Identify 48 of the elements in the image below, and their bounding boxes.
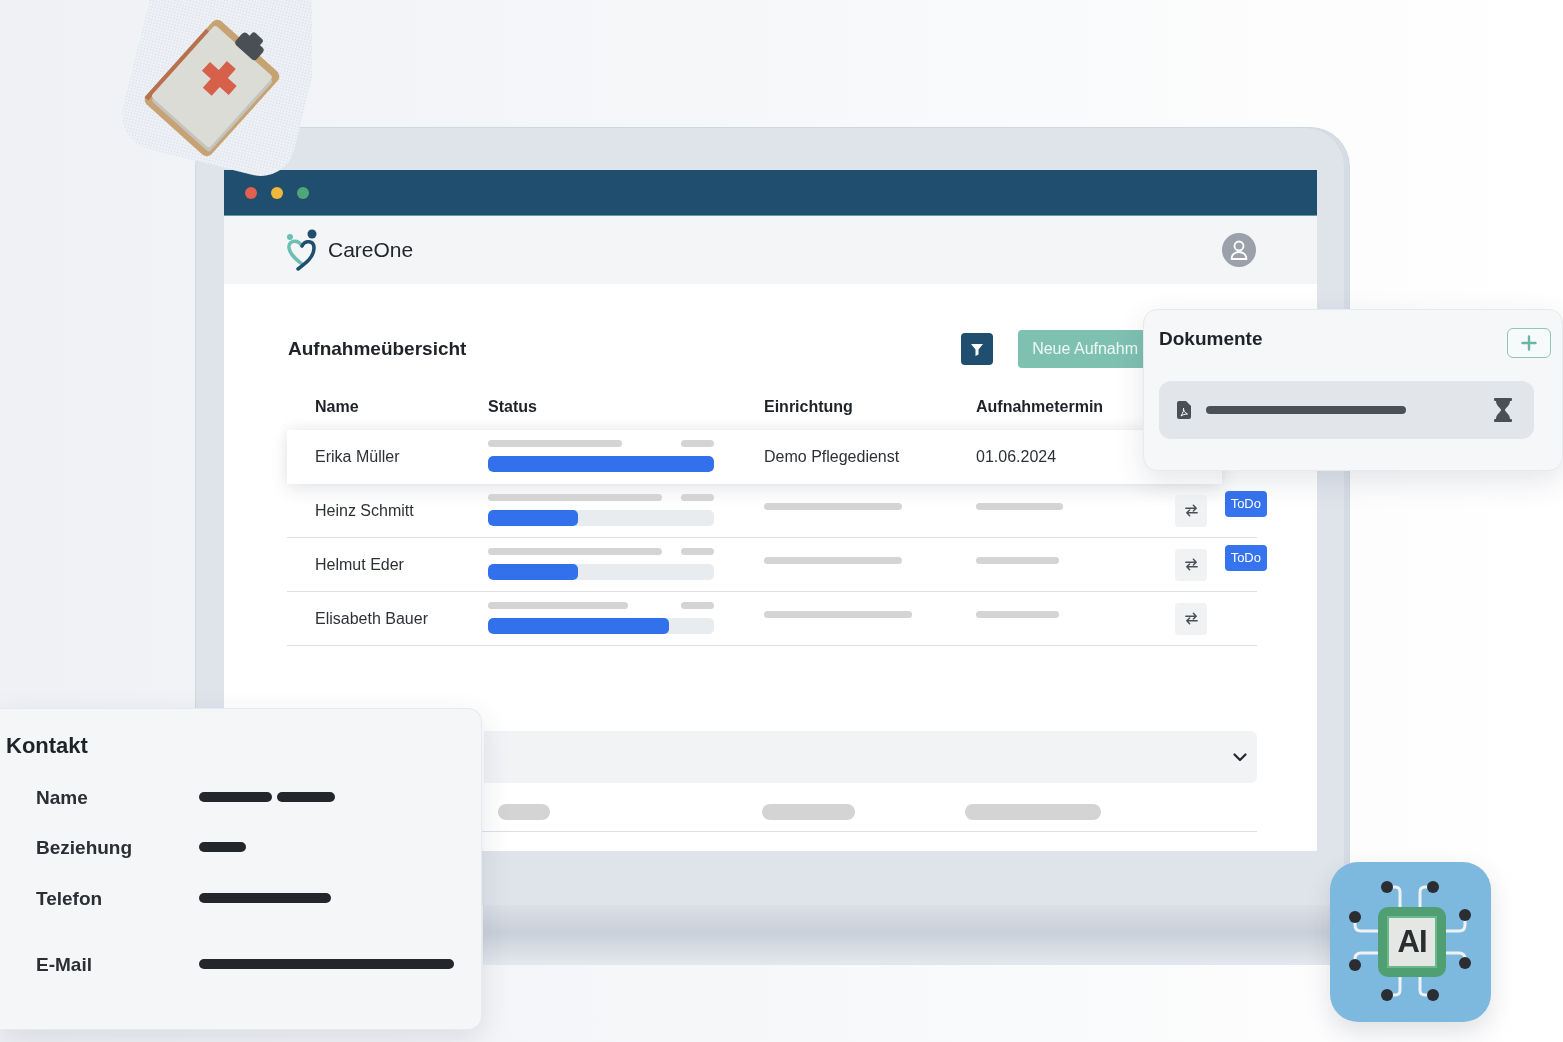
column-header: Name: [315, 398, 360, 416]
todo-badge: ToDo: [1224, 545, 1267, 571]
redacted-bar: [277, 791, 335, 802]
table-row[interactable]: Helmut Eder: [287, 538, 1222, 591]
table-cell-text: Erika Müller: [315, 448, 401, 466]
field-label: Telefon: [36, 888, 104, 910]
placeholder-bar: [681, 494, 714, 501]
placeholder-bar: [498, 804, 550, 820]
redacted-bar: [199, 841, 246, 852]
heart-logo-icon: [286, 229, 318, 271]
swap-arrows-icon: [1183, 611, 1199, 626]
swap-button[interactable]: [1175, 494, 1207, 527]
pdf-file-icon: [1177, 401, 1191, 419]
window-control-dot[interactable]: [297, 186, 309, 199]
column-header: Status: [488, 398, 538, 416]
table-cell-text: Elisabeth Bauer: [315, 609, 429, 628]
column-header: Aufnahmetermin: [976, 398, 1105, 416]
user-icon[interactable]: [1222, 233, 1256, 267]
table-cell-text: 01.06.2024: [976, 448, 1058, 466]
window-control-dot[interactable]: [245, 186, 257, 199]
placeholder-bar: [681, 602, 714, 609]
swap-arrows-icon: [1183, 557, 1199, 572]
swap-arrows-icon: [1183, 503, 1199, 518]
window-control-dot[interactable]: [271, 186, 283, 199]
swap-button[interactable]: [1175, 602, 1207, 635]
field-label: Beziehung: [36, 837, 134, 859]
panel-title: Kontakt: [6, 733, 89, 759]
filter-button[interactable]: [961, 333, 994, 365]
placeholder-bar: [681, 548, 714, 555]
app-name: CareOne: [328, 238, 414, 262]
field-label: E-Mail: [36, 954, 93, 976]
chip-label: AI: [1378, 907, 1446, 977]
table-row[interactable]: Elisabeth Bauer: [287, 592, 1222, 645]
table-cell-text: Heinz Schmitt: [315, 501, 415, 520]
column-header: Einrichtung: [764, 398, 854, 416]
field-label: Name: [36, 787, 89, 809]
swap-button[interactable]: [1175, 548, 1207, 581]
todo-badge: ToDo: [1224, 491, 1267, 517]
table-cell-text: Demo Pflegedienst: [764, 448, 901, 466]
document-row[interactable]: [1159, 381, 1534, 439]
page-title: Aufnahmeübersicht: [288, 338, 467, 360]
plus-icon: [1521, 335, 1537, 351]
placeholder-bar: [681, 440, 714, 447]
panel-title: Dokumente: [1159, 328, 1263, 350]
table-row[interactable]: Erika Müller Demo Pflegedienst 01.06.2024: [287, 430, 1222, 484]
filter-icon: [970, 342, 985, 356]
table-row[interactable]: Heinz Schmitt: [287, 484, 1222, 537]
table-cell-text: Helmut Eder: [315, 555, 405, 574]
